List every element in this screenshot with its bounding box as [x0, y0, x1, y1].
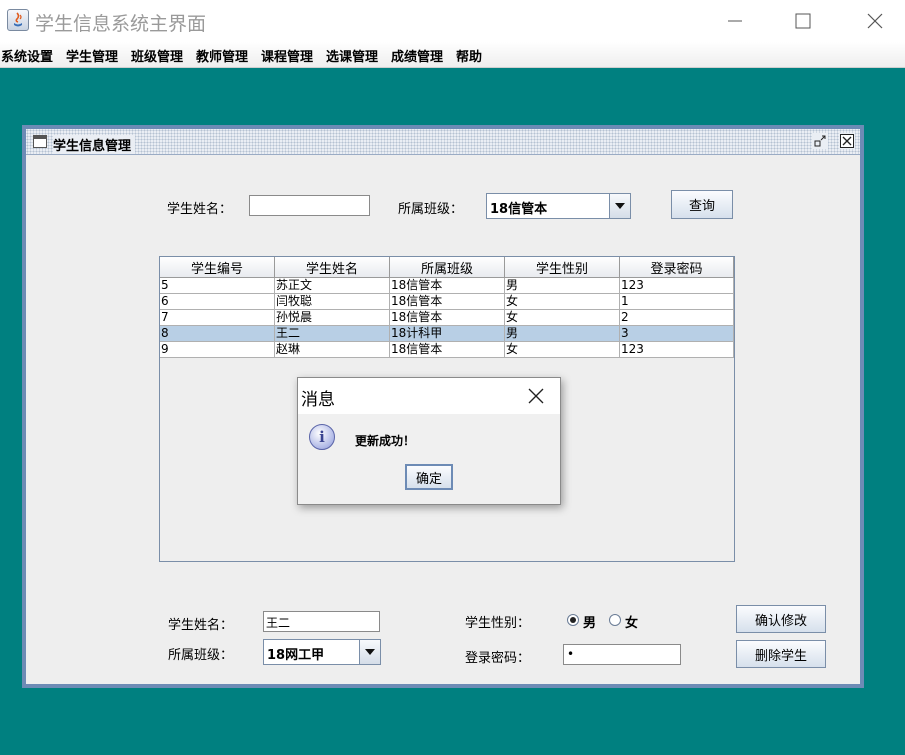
minimize-button[interactable] — [712, 0, 758, 42]
frame-iconify-button[interactable] — [812, 133, 828, 149]
cell-name: 苏正文 — [275, 278, 390, 294]
ok-button[interactable]: 确定 — [405, 464, 453, 490]
maximize-icon — [795, 13, 811, 29]
column-header-class[interactable]: 所属班级 — [390, 257, 505, 278]
column-header-name[interactable]: 学生姓名 — [275, 257, 390, 278]
menu-student-management[interactable]: 学生管理 — [66, 46, 118, 65]
edit-password-input[interactable]: • — [563, 644, 681, 665]
search-class-value: 18信管本 — [490, 202, 548, 217]
menu-course-selection[interactable]: 选课管理 — [326, 46, 378, 65]
frame-close-button[interactable] — [839, 133, 855, 149]
dialog-title-bar[interactable] — [298, 378, 560, 414]
close-button[interactable] — [852, 0, 898, 42]
cell-gender: 女 — [505, 342, 620, 358]
dialog-close-button[interactable] — [522, 383, 550, 409]
info-icon: i — [309, 424, 335, 450]
edit-name-label: 学生姓名： — [168, 618, 234, 633]
cell-password: 2 — [620, 310, 734, 326]
cell-id: 7 — [160, 310, 275, 326]
search-class-select[interactable]: 18信管本 — [486, 193, 631, 219]
search-class-label: 所属班级： — [398, 202, 464, 217]
gender-male-radio[interactable] — [567, 614, 579, 626]
maximize-button[interactable] — [780, 0, 826, 42]
cell-gender: 男 — [505, 278, 620, 294]
cell-name: 赵琳 — [275, 342, 390, 358]
cell-id: 8 — [160, 326, 275, 342]
confirm-modify-button[interactable]: 确认修改 — [736, 605, 826, 633]
java-app-icon — [7, 9, 29, 31]
search-name-input[interactable] — [249, 195, 370, 216]
gender-male-label[interactable]: 男 — [583, 612, 596, 631]
window-title: 学生信息系统主界面 — [35, 13, 207, 35]
close-icon — [840, 134, 854, 148]
cell-id: 6 — [160, 294, 275, 310]
edit-class-value: 18网工甲 — [267, 648, 325, 663]
cell-gender: 女 — [505, 310, 620, 326]
delete-student-button[interactable]: 删除学生 — [736, 640, 826, 668]
table-row[interactable]: 6 闫牧聪 18信管本 女 1 — [160, 294, 734, 310]
cell-class: 18信管本 — [390, 310, 505, 326]
chevron-down-icon[interactable] — [609, 194, 630, 218]
table-row[interactable]: 9 赵琳 18信管本 女 123 — [160, 342, 734, 358]
cell-password: 123 — [620, 342, 734, 358]
gender-female-label[interactable]: 女 — [625, 612, 638, 631]
chevron-down-icon[interactable] — [359, 640, 380, 664]
close-icon — [867, 13, 883, 29]
cell-name: 闫牧聪 — [275, 294, 390, 310]
menu-class-management[interactable]: 班级管理 — [131, 46, 183, 65]
frame-title-bar[interactable] — [26, 129, 860, 155]
frame-title: 学生信息管理 — [53, 135, 136, 154]
dialog-title: 消息 — [301, 390, 335, 410]
menu-grade-management[interactable]: 成绩管理 — [391, 46, 443, 65]
edit-class-label: 所属班级： — [168, 648, 234, 663]
column-header-password[interactable]: 登录密码 — [620, 257, 734, 278]
frame-window-icon — [33, 135, 47, 148]
edit-name-input[interactable]: 王二 — [263, 611, 380, 632]
cell-gender: 男 — [505, 326, 620, 342]
cell-class: 18信管本 — [390, 294, 505, 310]
cell-gender: 女 — [505, 294, 620, 310]
cell-class: 18信管本 — [390, 278, 505, 294]
search-name-label: 学生姓名： — [167, 202, 233, 217]
edit-password-label: 登录密码： — [465, 651, 531, 666]
menu-system-settings[interactable]: 系统设置 — [1, 46, 53, 65]
cell-password: 123 — [620, 278, 734, 294]
close-icon — [528, 388, 544, 404]
edit-class-select[interactable]: 18网工甲 — [263, 639, 381, 665]
cell-id: 5 — [160, 278, 275, 294]
cell-name: 王二 — [275, 326, 390, 342]
cell-id: 9 — [160, 342, 275, 358]
dialog-message: 更新成功！ — [355, 434, 416, 448]
menu-help[interactable]: 帮助 — [456, 46, 482, 65]
query-button[interactable]: 查询 — [671, 190, 733, 219]
column-header-gender[interactable]: 学生性别 — [505, 257, 620, 278]
cell-password: 3 — [620, 326, 734, 342]
table-row[interactable]: 7 孙悦晨 18信管本 女 2 — [160, 310, 734, 326]
table-row-selected[interactable]: 8 王二 18计科甲 男 3 — [160, 326, 734, 342]
cell-name: 孙悦晨 — [275, 310, 390, 326]
gender-female-radio[interactable] — [609, 614, 621, 626]
edit-gender-label: 学生性别： — [465, 616, 531, 631]
menu-course-management[interactable]: 课程管理 — [261, 46, 313, 65]
cell-class: 18信管本 — [390, 342, 505, 358]
minimize-icon — [728, 20, 742, 22]
table-row[interactable]: 5 苏正文 18信管本 男 123 — [160, 278, 734, 294]
cell-password: 1 — [620, 294, 734, 310]
restore-icon — [814, 135, 826, 147]
cell-class: 18计科甲 — [390, 326, 505, 342]
column-header-id[interactable]: 学生编号 — [160, 257, 275, 278]
menu-teacher-management[interactable]: 教师管理 — [196, 46, 248, 65]
